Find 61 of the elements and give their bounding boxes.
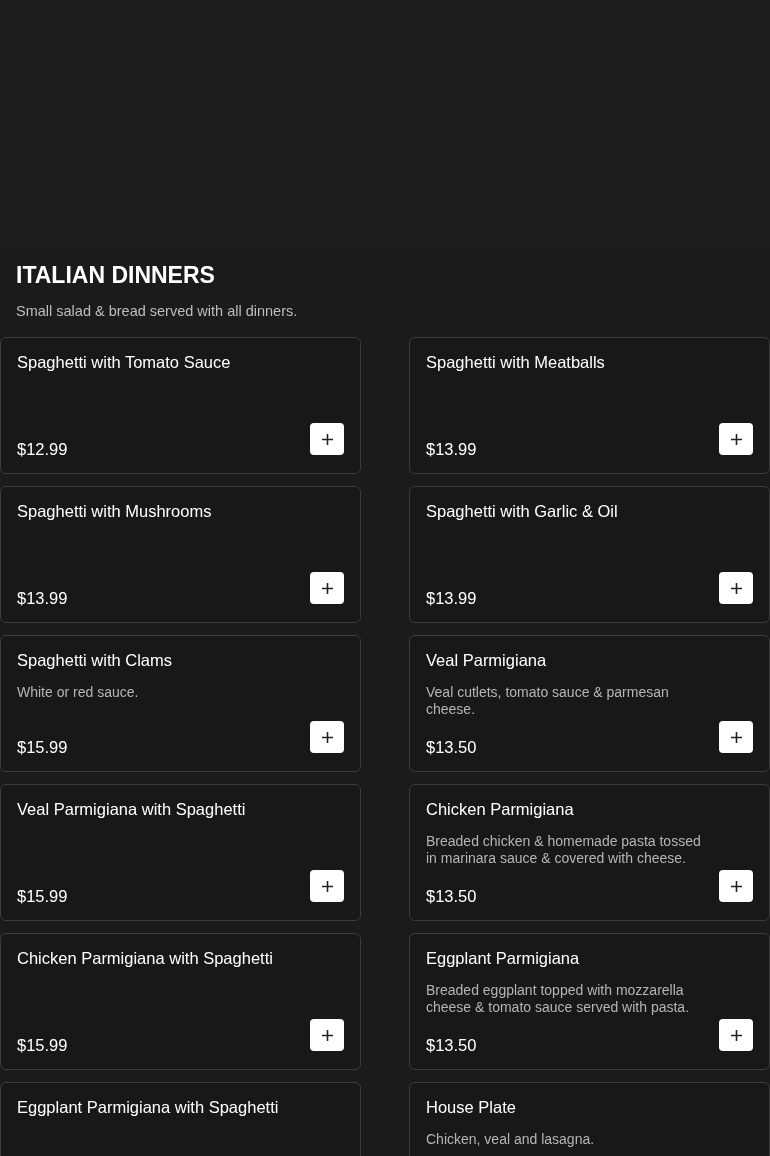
item-name: Spaghetti with Tomato Sauce bbox=[17, 352, 232, 372]
item-name: Veal Parmigiana with Spaghetti bbox=[17, 799, 247, 819]
item-name: Veal Parmigiana bbox=[426, 650, 548, 670]
item-price: $13.50 bbox=[426, 1035, 477, 1055]
item-price: $13.50 bbox=[426, 737, 477, 757]
item-name: Eggplant Parmigiana with Spaghetti bbox=[17, 1097, 280, 1117]
item-price: $12.99 bbox=[17, 439, 68, 459]
item-price: $13.99 bbox=[426, 439, 477, 459]
item-description: White or red sauce. bbox=[17, 684, 140, 701]
plus-icon bbox=[321, 880, 333, 892]
plus-icon bbox=[730, 880, 742, 892]
item-name: Eggplant Parmigiana bbox=[426, 948, 581, 968]
item-description: Breaded chicken & homemade pasta tossed in marinara sauce & covered with cheese. bbox=[426, 833, 702, 867]
plus-icon bbox=[321, 433, 333, 445]
item-description: Breaded eggplant topped with mozzarella cheese & tomato sauce served with pasta. bbox=[426, 982, 691, 1016]
plus-icon bbox=[730, 1029, 742, 1041]
item-name: Spaghetti with Meatballs bbox=[426, 352, 606, 372]
item-name: Spaghetti with Garlic & Oil bbox=[426, 501, 619, 521]
menu-item-card[interactable]: Spaghetti with Clams White or red sauce. $15.99 bbox=[0, 635, 361, 772]
item-name: Chicken Parmigiana bbox=[426, 799, 575, 819]
item-price: $15.99 bbox=[17, 886, 68, 906]
item-name: Chicken Parmigiana with Spaghetti bbox=[17, 948, 274, 968]
item-name: Spaghetti with Mushrooms bbox=[17, 501, 213, 521]
item-price: $13.99 bbox=[17, 588, 68, 608]
menu-item-card[interactable]: Chicken Parmigiana with Spaghetti $15.99 bbox=[0, 933, 361, 1070]
plus-icon bbox=[321, 731, 333, 743]
add-button[interactable] bbox=[310, 870, 344, 902]
section-title: ITALIAN DINNERS bbox=[16, 261, 216, 290]
item-name: House Plate bbox=[426, 1097, 517, 1117]
item-price: $15.99 bbox=[17, 737, 68, 757]
item-description: Chicken, veal and lasagna. bbox=[426, 1131, 596, 1148]
menu-item-card[interactable]: House Plate Chicken, veal and lasagna. bbox=[409, 1082, 770, 1156]
section-subtitle: Small salad & bread served with all dinners. bbox=[16, 302, 299, 320]
item-description: Veal cutlets, tomato sauce & parmesan cheese. bbox=[426, 684, 670, 718]
menu-item-card[interactable]: Veal Parmigiana with Spaghetti $15.99 bbox=[0, 784, 361, 921]
add-button[interactable] bbox=[310, 1019, 344, 1051]
add-button[interactable] bbox=[719, 572, 753, 604]
plus-icon bbox=[321, 582, 333, 594]
menu-item-card[interactable]: Spaghetti with Tomato Sauce $12.99 bbox=[0, 337, 361, 474]
menu-item-card[interactable]: Eggplant Parmigiana Breaded eggplant topped with mozzarella cheese & tomato sauce served with pasta. $13.50 bbox=[409, 933, 770, 1070]
item-name: Spaghetti with Clams bbox=[17, 650, 173, 670]
plus-icon bbox=[730, 582, 742, 594]
add-button[interactable] bbox=[310, 721, 344, 753]
item-price: $15.99 bbox=[17, 1035, 68, 1055]
add-button[interactable] bbox=[719, 1019, 753, 1051]
menu-item-card[interactable]: Spaghetti with Meatballs $13.99 bbox=[409, 337, 770, 474]
add-button[interactable] bbox=[310, 423, 344, 455]
menu-item-card[interactable]: Spaghetti with Garlic & Oil $13.99 bbox=[409, 486, 770, 623]
item-price: $13.50 bbox=[426, 886, 477, 906]
add-button[interactable] bbox=[719, 870, 753, 902]
menu-item-card[interactable]: Veal Parmigiana Veal cutlets, tomato sauce & parmesan cheese. $13.50 bbox=[409, 635, 770, 772]
plus-icon bbox=[321, 1029, 333, 1041]
add-button[interactable] bbox=[719, 423, 753, 455]
menu-item-card[interactable]: Spaghetti with Mushrooms $13.99 bbox=[0, 486, 361, 623]
plus-icon bbox=[730, 433, 742, 445]
item-price: $13.99 bbox=[426, 588, 477, 608]
add-button[interactable] bbox=[310, 572, 344, 604]
menu-item-card[interactable]: Eggplant Parmigiana with Spaghetti bbox=[0, 1082, 361, 1156]
plus-icon bbox=[730, 731, 742, 743]
add-button[interactable] bbox=[719, 721, 753, 753]
menu-item-card[interactable]: Chicken Parmigiana Breaded chicken & homemade pasta tossed in marinara sauce & covered with cheese. $13.50 bbox=[409, 784, 770, 921]
